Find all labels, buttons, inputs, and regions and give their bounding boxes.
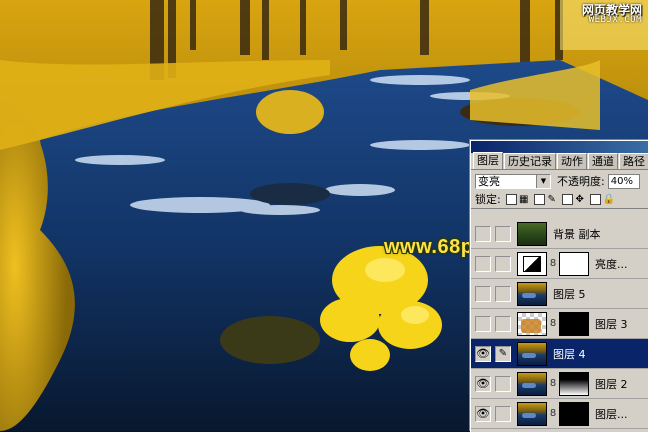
layer-row[interactable]: 👁 8 图层...: [471, 399, 648, 429]
layer-row[interactable]: 8 亮度...: [471, 249, 648, 279]
adjustment-layer-icon: [517, 251, 547, 276]
layer-name: 图层 5: [553, 287, 586, 301]
layer-name: 图层...: [595, 407, 628, 421]
layer-mask-thumbnail: [559, 401, 589, 426]
eye-icon[interactable]: 👁: [475, 345, 491, 362]
link-toggle[interactable]: [495, 285, 511, 302]
lock-icon: 🔒: [602, 193, 616, 205]
blend-options-row: 变亮 ▼ 不透明度: 40%: [471, 172, 648, 190]
transparency-icon: ▦: [518, 193, 529, 205]
layer-thumbnail: [517, 221, 547, 246]
panel-tabs: 图层 历史记录 动作 通道 路径: [471, 152, 648, 170]
tab-paths-label: 路径: [623, 155, 645, 168]
visibility-toggle[interactable]: [475, 315, 491, 332]
lock-label: 锁定:: [475, 193, 501, 206]
layer-row[interactable]: 8 图层 3: [471, 309, 648, 339]
layer-row[interactable]: 图层 5: [471, 279, 648, 309]
eye-icon[interactable]: 👁: [475, 375, 491, 392]
layer-thumbnail: [517, 311, 547, 336]
chain-link-icon[interactable]: 8: [549, 318, 557, 329]
chain-link-icon[interactable]: 8: [549, 408, 557, 419]
visibility-toggle[interactable]: [475, 255, 491, 272]
tab-history[interactable]: 历史记录: [504, 153, 556, 169]
brush-icon: ✎: [547, 193, 556, 205]
layer-row[interactable]: 背景 副本: [471, 219, 648, 249]
lock-position-checkbox[interactable]: [561, 193, 573, 205]
paintbrush-icon[interactable]: ✎: [495, 345, 511, 362]
layer-row[interactable]: 👁 8 图层 2: [471, 369, 648, 399]
layer-name: 图层 4: [553, 347, 586, 361]
site-watermark: 网页教学网 WEBJX.COM: [582, 4, 642, 25]
lock-pixels-checkbox[interactable]: [533, 193, 545, 205]
lock-all-checkbox[interactable]: [589, 193, 601, 205]
chain-link-icon[interactable]: 8: [549, 378, 557, 389]
layer-row-selected[interactable]: 👁 ✎ 图层 4: [471, 339, 648, 369]
link-toggle[interactable]: [495, 255, 511, 272]
layer-thumbnail: [517, 371, 547, 396]
layer-name: 亮度...: [595, 257, 628, 271]
layer-mask-thumbnail: [559, 251, 589, 276]
tab-history-label: 历史记录: [508, 155, 552, 168]
site-watermark-url: WEBJX.COM: [588, 15, 642, 25]
visibility-toggle[interactable]: [475, 285, 491, 302]
tab-layers[interactable]: 图层: [473, 152, 503, 169]
chevron-down-icon[interactable]: ▼: [536, 174, 550, 188]
layer-name: 图层 3: [595, 317, 628, 331]
blend-mode-value: 变亮: [478, 175, 500, 188]
layers-panel: 图层 历史记录 动作 通道 路径 变亮 ▼ 不透明度: 40% 锁定: ▦ ✎ …: [470, 140, 648, 432]
tab-actions-label: 动作: [561, 155, 583, 168]
chain-link-icon[interactable]: 8: [549, 258, 557, 269]
opacity-input[interactable]: 40%: [607, 173, 640, 189]
tab-layers-label: 图层: [477, 154, 499, 167]
layer-name: 背景 副本: [553, 227, 601, 241]
tab-channels[interactable]: 通道: [588, 153, 618, 169]
layer-name: 图层 2: [595, 377, 628, 391]
link-toggle[interactable]: [495, 315, 511, 332]
tab-paths[interactable]: 路径: [619, 153, 648, 169]
layer-thumbnail: [517, 401, 547, 426]
tab-channels-label: 通道: [592, 155, 614, 168]
visibility-toggle[interactable]: [475, 225, 491, 242]
lock-row: 锁定: ▦ ✎ ✥ 🔒: [471, 190, 648, 209]
layer-thumbnail: [517, 341, 547, 366]
link-toggle[interactable]: [495, 225, 511, 242]
tab-actions[interactable]: 动作: [557, 153, 587, 169]
move-icon: ✥: [575, 193, 584, 205]
blend-mode-select[interactable]: 变亮 ▼: [475, 173, 551, 189]
layers-list: 背景 副本 8 亮度... 图层 5 8 图层 3 👁 ✎ 图层 4 👁 8 图…: [471, 219, 648, 429]
lock-transparency-checkbox[interactable]: [505, 193, 517, 205]
eye-icon[interactable]: 👁: [475, 405, 491, 422]
opacity-label: 不透明度:: [557, 175, 605, 188]
link-toggle[interactable]: [495, 405, 511, 422]
layer-thumbnail: [517, 281, 547, 306]
link-toggle[interactable]: [495, 375, 511, 392]
layer-mask-thumbnail: [559, 371, 589, 396]
layer-mask-thumbnail: [559, 311, 589, 336]
